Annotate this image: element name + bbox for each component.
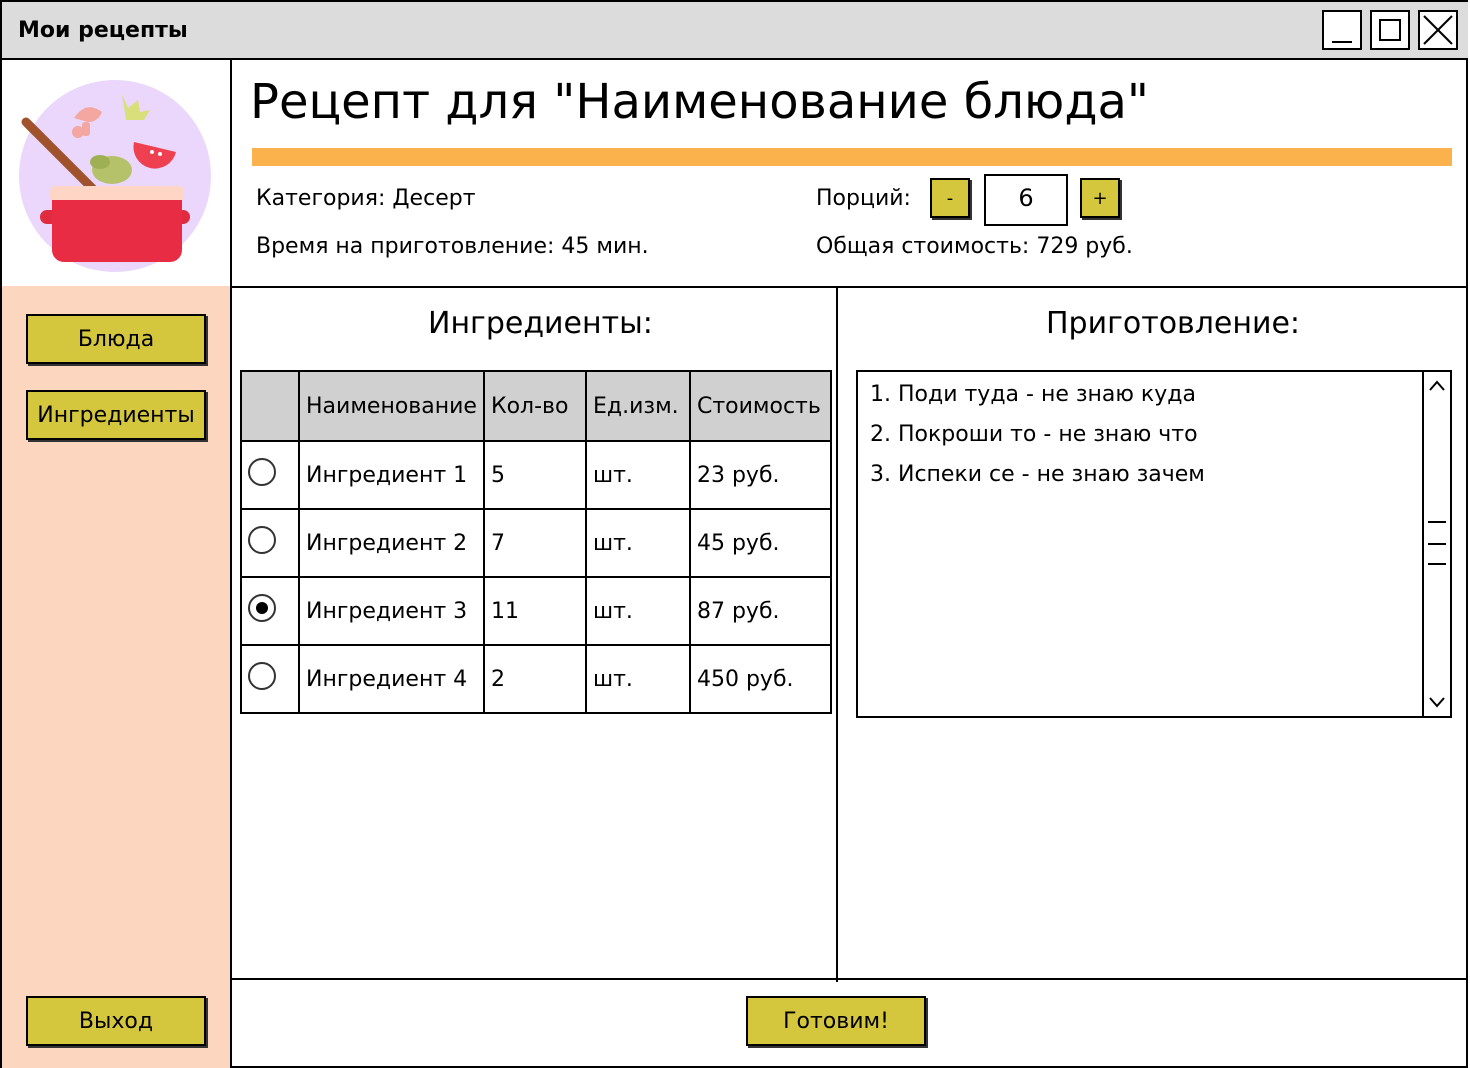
table-header-row: Наименование Кол-во Ед.изм. Стоимость [240,370,833,442]
row-select-cell [240,576,300,646]
row-select-cell [240,508,300,578]
ingredient-qty: 2 [482,644,587,714]
category-label: Категория: Десерт [256,186,476,211]
scrollbar[interactable] [1422,372,1450,716]
sidebar-item-ingredients[interactable]: Ингредиенты [26,390,206,440]
window-title: Мои рецепты [18,18,188,43]
maximize-icon [1379,19,1401,41]
recipe-header: Рецепт для "Наименование блюда" Категори… [232,60,1468,288]
cooking-pot-logo-icon [19,80,211,272]
portions-increment-button[interactable]: + [1080,178,1120,218]
close-icon [1423,15,1453,45]
column-header-select [240,370,300,442]
ingredient-cost: 87 руб. [688,576,833,646]
title-accent-bar [252,148,1452,166]
ingredient-qty: 11 [482,576,587,646]
ingredient-qty: 7 [482,508,587,578]
prep-step: 2. Покроши то - не знаю что [870,422,1198,447]
panel-divider [836,288,838,982]
ingredients-title: Ингредиенты: [428,306,653,341]
ingredient-unit: шт. [584,576,691,646]
scroll-down-icon [1429,697,1445,708]
minimize-button[interactable] [1322,10,1362,50]
footer-divider [232,978,1468,980]
close-button[interactable] [1418,10,1458,50]
ingredient-cost: 23 руб. [688,440,833,510]
portions-input[interactable]: 6 [984,174,1068,226]
maximize-button[interactable] [1370,10,1410,50]
sidebar-item-dishes[interactable]: Блюда [26,314,206,364]
app-window: Мои рецепты Блюда Ингредиенты Выход Реце… [0,0,1468,1068]
row-radio[interactable] [248,526,276,554]
sidebar-item-label: Блюда [77,326,155,352]
cook-button-label: Готовим! [783,1008,889,1034]
page-title: Рецепт для "Наименование блюда" [250,74,1149,130]
column-header-cost: Стоимость [688,370,833,442]
cook-time-label: Время на приготовление: 45 мин. [256,234,649,259]
portions-decrement-button[interactable]: - [930,178,970,218]
column-header-unit: Ед.изм. [584,370,691,442]
column-header-name: Наименование [298,370,485,442]
row-radio[interactable] [248,662,276,690]
plus-label: + [1092,187,1108,209]
ingredient-qty: 5 [482,440,587,510]
title-bar: Мои рецепты [2,2,1468,60]
table-row[interactable]: Ингредиент 2 7 шт. 45 руб. [240,508,833,578]
exit-button-label: Выход [78,1008,154,1034]
portions-label: Порций: [816,186,911,211]
minus-label: - [946,187,954,209]
preparation-title: Приготовление: [1046,306,1301,341]
row-select-cell [240,644,300,714]
table-row[interactable]: Ингредиент 3 11 шт. 87 руб. [240,576,833,646]
row-radio[interactable] [248,458,276,486]
row-select-cell [240,440,300,510]
prep-step: 1. Поди туда - не знаю куда [870,382,1196,407]
preparation-steps-box[interactable]: 1. Поди туда - не знаю куда 2. Покроши т… [856,370,1452,718]
ingredient-name: Ингредиент 3 [298,576,485,646]
cook-button[interactable]: Готовим! [746,996,926,1046]
table-row[interactable]: Ингредиент 4 2 шт. 450 руб. [240,644,833,714]
prep-step: 3. Испеки се - не знаю зачем [870,462,1205,487]
row-radio[interactable] [248,594,276,622]
table-row[interactable]: Ингредиент 1 5 шт. 23 руб. [240,440,833,510]
scroll-up-icon [1429,380,1445,391]
ingredient-cost: 45 руб. [688,508,833,578]
ingredient-name: Ингредиент 4 [298,644,485,714]
sidebar-item-label: Ингредиенты [37,402,195,428]
total-cost-label: Общая стоимость: 729 руб. [816,234,1133,259]
ingredient-unit: шт. [584,440,691,510]
sidebar: Блюда Ингредиенты Выход [2,60,232,1068]
ingredient-name: Ингредиент 1 [298,440,485,510]
ingredient-name: Ингредиент 2 [298,508,485,578]
minimize-icon [1332,41,1352,43]
logo-area [2,60,230,286]
ingredients-table: Наименование Кол-во Ед.изм. Стоимость Ин… [240,370,833,714]
ingredient-cost: 450 руб. [688,644,833,714]
column-header-qty: Кол-во [482,370,587,442]
exit-button[interactable]: Выход [26,996,206,1046]
ingredient-unit: шт. [584,644,691,714]
ingredient-unit: шт. [584,508,691,578]
